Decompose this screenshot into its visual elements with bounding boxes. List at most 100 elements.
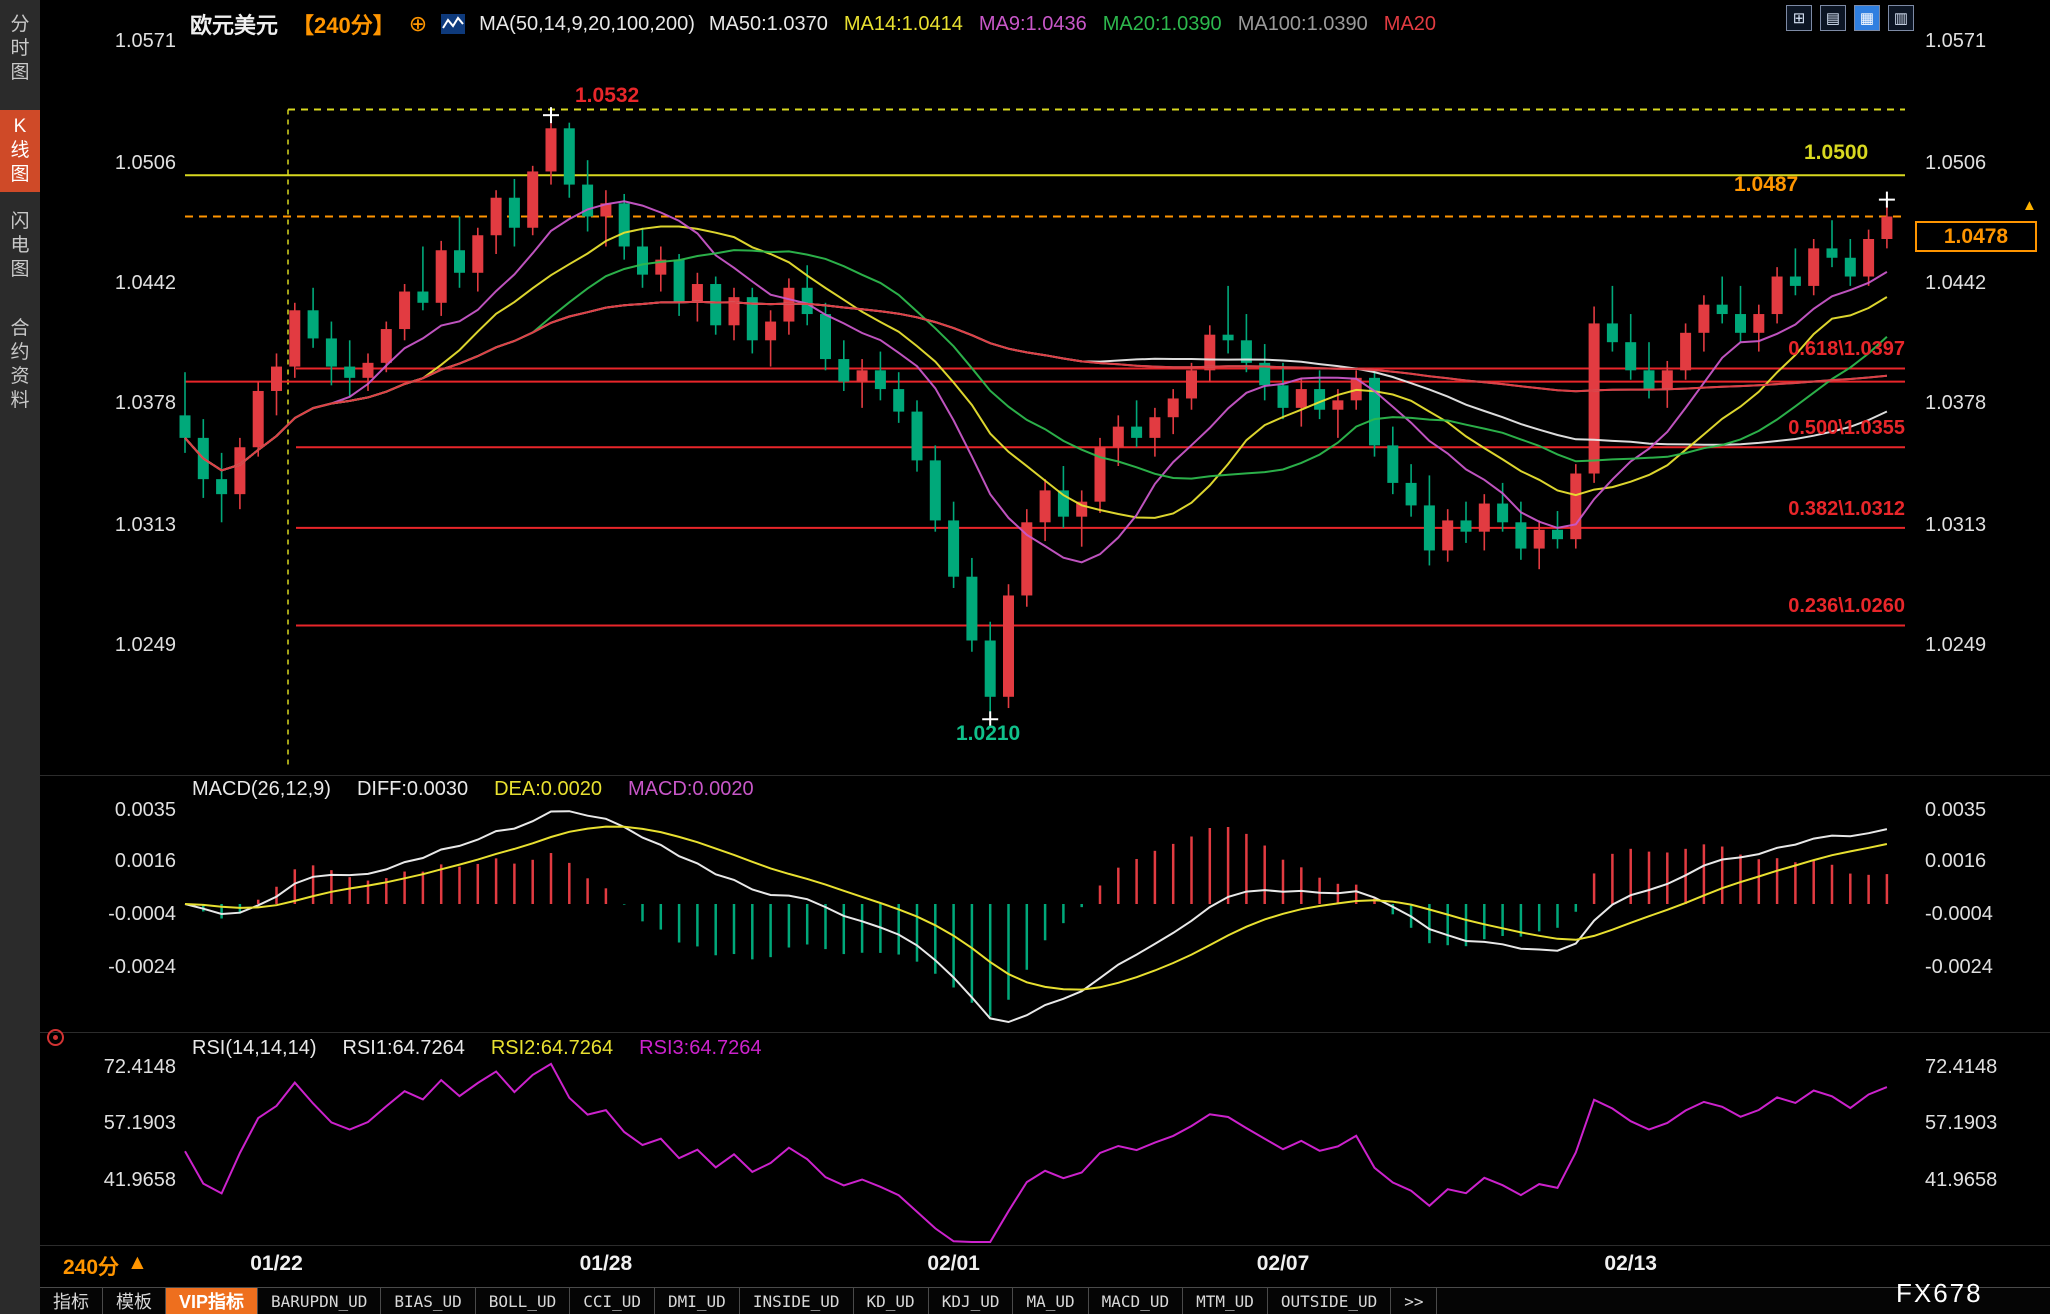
fib-level-label: 0.618\1.0397: [1675, 338, 1905, 361]
rsi-legend: RSI(14,14,14) RSI1:64.7264 RSI2:64.7264 RS…: [192, 1037, 762, 1060]
price-axis-label: 1.0571: [60, 30, 176, 53]
annotation-recent-high: 1.0487: [1734, 173, 1798, 197]
price-axis-label: 57.1903: [1925, 1112, 2045, 1135]
toolbar-tab-indicators[interactable]: 指标: [40, 1288, 103, 1314]
toolbar-tab-vip-indicators[interactable]: VIP指标: [166, 1288, 258, 1314]
toolbar-tab-more[interactable]: >>: [1391, 1288, 1437, 1314]
footer-timeframe: 240分 ▲: [63, 1251, 148, 1281]
price-axis-label: -0.0024: [1925, 956, 2045, 979]
ma-value-3: MA20:1.0390: [1103, 13, 1222, 36]
panel-divider: [40, 775, 2050, 776]
price-axis-label: 72.4148: [60, 1056, 176, 1079]
toolbar-tab-templates[interactable]: 模板: [103, 1288, 166, 1314]
left-sidebar: 分时图 K线图闪电图合约资料: [0, 0, 40, 1314]
current-price-box: 1.0478: [1915, 221, 2037, 252]
macd-panel: [185, 811, 1887, 1022]
price-axis-label: 1.0442: [60, 272, 176, 295]
rsi-value-1: RSI2:64.7264: [491, 1037, 613, 1060]
fib-level-label: 0.500\1.0355: [1675, 417, 1905, 440]
price-axis-label: 0.0016: [1925, 850, 2045, 873]
level-lines: [185, 110, 1905, 768]
rsi-value-0: RSI1:64.7264: [343, 1037, 465, 1060]
toolbar-tab-barupdn-ud[interactable]: BARUPDN_UD: [258, 1288, 381, 1314]
kline-mini-icon[interactable]: [441, 14, 465, 34]
toolbar-tab-ma-ud[interactable]: MA_UD: [1013, 1288, 1088, 1314]
price-axis-label: 1.0442: [1925, 272, 2045, 295]
grid-layout-icon[interactable]: ⊞: [1786, 5, 1812, 31]
price-axis-label: 1.0249: [1925, 634, 2045, 657]
rsi-panel: [185, 1064, 1887, 1242]
macd-legend: MACD(26,12,9) DIFF:0.0030DEA:0.0020MACD:…: [192, 778, 754, 801]
annotation-peak-high: 1.0532: [575, 84, 639, 108]
fib-level-label: 0.382\1.0312: [1675, 498, 1905, 521]
x-axis-label: 02/01: [927, 1252, 980, 1276]
toolbar-tab-outside-ud[interactable]: OUTSIDE_UD: [1268, 1288, 1391, 1314]
sidebar-item-time-chart[interactable]: 分时图: [0, 8, 40, 90]
price-axis-label: 1.0506: [60, 152, 176, 175]
sidebar-item-lightning-chart[interactable]: 闪电图: [0, 205, 40, 287]
bar-chart-window-icon[interactable]: ▦: [1854, 5, 1880, 31]
price-axis-label: 1.0506: [1925, 152, 2045, 175]
macd-value-1: DEA:0.0020: [494, 778, 602, 801]
x-axis-label: 02/13: [1604, 1252, 1657, 1276]
multi-panel-icon[interactable]: ▥: [1888, 5, 1914, 31]
price-up-arrow-icon: ▲: [2022, 197, 2037, 214]
x-axis-label: 01/22: [250, 1252, 303, 1276]
price-axis-label: 0.0035: [1925, 799, 2045, 822]
bottom-toolbar: 指标模板VIP指标BARUPDN_UDBIAS_UDBOLL_UDCCI_UDD…: [40, 1287, 2050, 1314]
sidebar-item-contract-info[interactable]: 合约资料: [0, 312, 40, 418]
toolbar-tab-kd-ud[interactable]: KD_UD: [854, 1288, 929, 1314]
toolbar-tab-inside-ud[interactable]: INSIDE_UD: [740, 1288, 854, 1314]
price-axis-label: 0.0016: [60, 850, 176, 873]
ma-value-2: MA9:1.0436: [979, 13, 1087, 36]
toolbar-tab-dmi-ud[interactable]: DMI_UD: [655, 1288, 740, 1314]
price-axis-label: -0.0024: [60, 956, 176, 979]
rsi-title: RSI(14,14,14): [192, 1037, 317, 1060]
chart-canvas[interactable]: [0, 0, 2050, 1314]
price-axis-label: 1.0313: [60, 514, 176, 537]
annotation-swing-low: 1.0210: [956, 722, 1020, 746]
ma-value-1: MA14:1.0414: [844, 13, 963, 36]
annotation-round-level: 1.0500: [1804, 141, 1868, 165]
panel-divider: [40, 1032, 2050, 1033]
ma-legend-values: MA50:1.0370 MA14:1.0414 MA9:1.0436 MA20:1.0…: [709, 13, 1436, 36]
kline-window-icon[interactable]: ▤: [1820, 5, 1846, 31]
ma-value-4: MA100:1.0390: [1238, 13, 1368, 36]
fib-level-label: 0.236\1.0260: [1675, 595, 1905, 618]
price-axis-label: 41.9658: [60, 1169, 176, 1192]
ma-value-0: MA50:1.0370: [709, 13, 828, 36]
ma-params-label: MA(50,14,9,20,100,200): [479, 13, 695, 36]
ma-value-5: MA20: [1384, 13, 1436, 36]
sidebar-item-kline-chart[interactable]: K线图: [0, 110, 40, 192]
current-price-value: 1.0478: [1944, 225, 2008, 249]
timeframe-label: 【240分】: [292, 8, 395, 40]
panel-divider: [40, 1245, 2050, 1246]
x-axis-label: 02/07: [1257, 1252, 1310, 1276]
macd-title: MACD(26,12,9): [192, 778, 331, 801]
price-axis-label: 0.0035: [60, 799, 176, 822]
price-axis-label: 1.0378: [1925, 392, 2045, 415]
price-axis-label: 57.1903: [60, 1112, 176, 1135]
toolbar-tab-kdj-ud[interactable]: KDJ_UD: [929, 1288, 1014, 1314]
price-axis-label: 72.4148: [1925, 1056, 2045, 1079]
toolbar-tab-macd-ud[interactable]: MACD_UD: [1089, 1288, 1183, 1314]
price-axis-label: -0.0004: [60, 903, 176, 926]
footer-up-arrow-icon: ▲: [127, 1251, 148, 1281]
price-axis-label: 1.0571: [1925, 30, 2045, 53]
main-chart-legend: 欧元美元 【240分】 ⊕ MA(50,14,9,20,100,200) MA5…: [190, 8, 1436, 40]
rsi-record-icon: [47, 1029, 64, 1046]
macd-value-2: MACD:0.0020: [628, 778, 754, 801]
price-axis-label: 1.0249: [60, 634, 176, 657]
price-axis-label: -0.0004: [1925, 903, 2045, 926]
toolbar-tab-mtm-ud[interactable]: MTM_UD: [1183, 1288, 1268, 1314]
symbol-name: 欧元美元: [190, 8, 278, 40]
rsi-value-2: RSI3:64.7264: [639, 1037, 761, 1060]
x-axis-label: 01/28: [580, 1252, 633, 1276]
price-axis-label: 1.0378: [60, 392, 176, 415]
toolbar-tab-bias-ud[interactable]: BIAS_UD: [381, 1288, 475, 1314]
price-axis-label: 41.9658: [1925, 1169, 2045, 1192]
toolbar-tab-boll-ud[interactable]: BOLL_UD: [476, 1288, 570, 1314]
window-layout-icons: ⊞ ▤ ▦ ▥: [1786, 5, 1914, 31]
add-indicator-icon[interactable]: ⊕: [409, 11, 427, 37]
toolbar-tab-cci-ud[interactable]: CCI_UD: [570, 1288, 655, 1314]
